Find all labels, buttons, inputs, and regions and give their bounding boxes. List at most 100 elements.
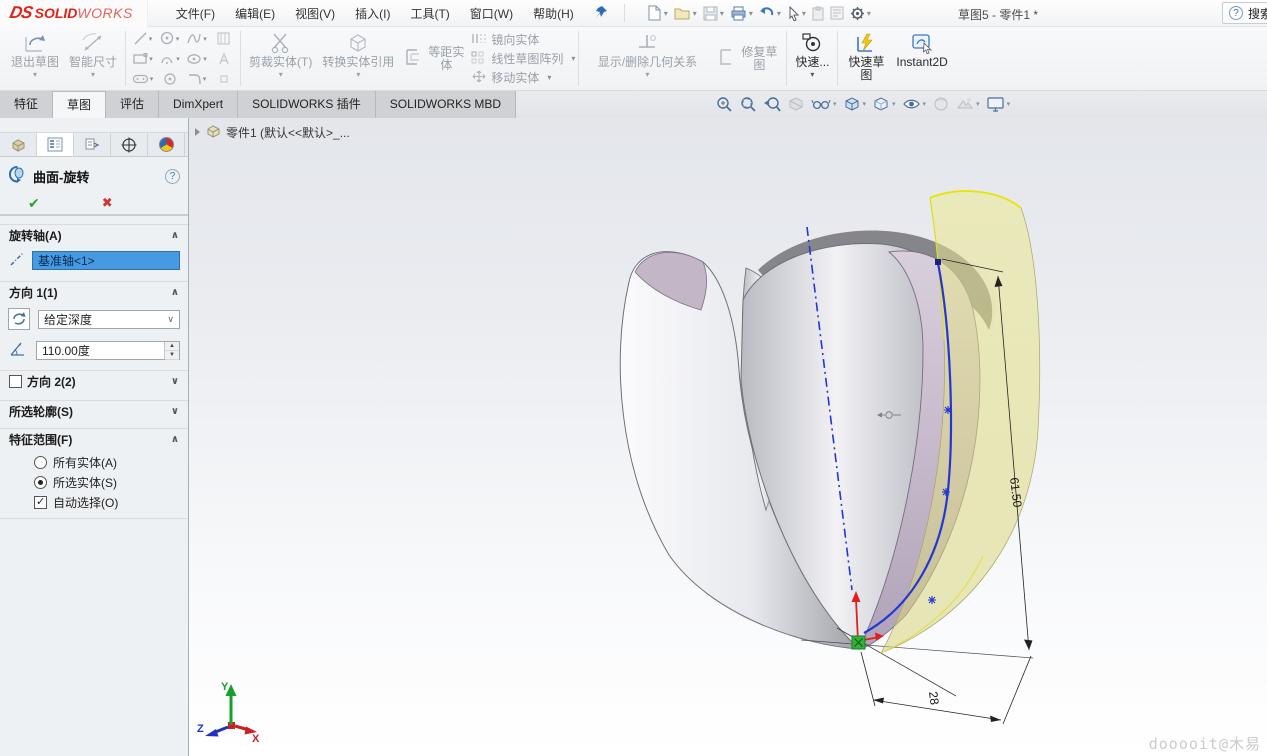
radio-unchecked[interactable]	[34, 456, 47, 469]
collapse-chevron-icon[interactable]: ∧	[171, 434, 179, 445]
rapid-sketch-label: 快速草 图	[846, 56, 886, 82]
print-icon[interactable]: ▾	[728, 4, 755, 23]
tab-solidworks-mbd[interactable]: SOLIDWORKS MBD	[376, 91, 516, 118]
zoom-area-icon[interactable]	[736, 94, 760, 114]
tab-features[interactable]: 特征	[0, 91, 53, 118]
displaymanager-tab[interactable]	[148, 133, 185, 156]
apply-scene-icon: ▾	[953, 94, 983, 114]
search-box[interactable]: ? 搜索	[1222, 2, 1267, 24]
direction1-section[interactable]: 方向 1(1) ∧	[0, 281, 188, 303]
featuremanager-tab[interactable]	[0, 133, 37, 156]
tab-evaluate[interactable]: 评估	[106, 91, 159, 118]
convert-entities-button[interactable]: 转换实体引用 ▾	[317, 27, 399, 90]
graphics-viewport[interactable]: 零件1 (默认<<默认>_...	[189, 118, 1267, 756]
expand-chevron-icon[interactable]: ∨	[171, 406, 179, 417]
repair-sketch-button[interactable]: 修复草 图	[712, 46, 783, 72]
checkbox-checked[interactable]	[34, 496, 47, 509]
configurationmanager-tab[interactable]	[74, 133, 111, 156]
chevron-down-icon: ∨	[167, 314, 174, 325]
all-bodies-option[interactable]: 所有实体(A)	[34, 452, 117, 472]
expand-chevron-icon[interactable]: ∨	[171, 376, 179, 387]
tab-dimxpert[interactable]: DimXpert	[159, 91, 238, 118]
plane-tool-icon[interactable]	[210, 69, 237, 89]
direction2-section[interactable]: 方向 2(2) ∨	[0, 370, 188, 392]
open-icon[interactable]: ▾	[672, 4, 699, 23]
end-condition-dropdown[interactable]: 给定深度 ∨	[38, 310, 180, 329]
line-tool-icon[interactable]: ▾	[129, 29, 156, 49]
view-settings-icon[interactable]: ▾	[983, 94, 1014, 114]
spinner-buttons[interactable]: ▲▼	[164, 342, 179, 359]
menu-insert[interactable]: 插入(I)	[345, 1, 400, 26]
quick-snaps-button[interactable]: 快速... ▾	[790, 27, 834, 90]
rapid-sketch-button[interactable]: 快速草 图	[841, 27, 891, 90]
spline-tool-icon[interactable]: ▾	[183, 29, 210, 49]
linear-pattern-label: 线性草图阵列	[491, 50, 563, 67]
model-3d-tulip-surface[interactable]: 61.50 28	[189, 118, 1267, 756]
direction2-checkbox[interactable]	[9, 375, 22, 388]
hide-show-items-icon[interactable]: ▾	[899, 94, 930, 114]
arc-tool-icon[interactable]: ▾	[156, 49, 183, 69]
exit-sketch-button[interactable]: 退出草图 ▾	[6, 27, 64, 90]
slot-tool-icon[interactable]: ▾	[129, 69, 156, 89]
menu-tools[interactable]: 工具(T)	[400, 1, 459, 26]
auto-select-option[interactable]: 自动选择(O)	[34, 492, 118, 512]
tab-solidworks-addins[interactable]: SOLIDWORKS 插件	[238, 91, 376, 118]
cancel-button[interactable]: ✖	[102, 195, 113, 211]
menu-file[interactable]: 文件(F)	[166, 1, 225, 26]
angle-input[interactable]: 110.00度 ▲▼	[36, 341, 180, 360]
menu-window[interactable]: 窗口(W)	[460, 1, 523, 26]
undo-icon[interactable]: ▾	[757, 4, 783, 23]
radio-checked[interactable]	[34, 476, 47, 489]
dimxpertmanager-tab[interactable]	[111, 133, 148, 156]
logo-solid: SOLID	[35, 5, 78, 21]
ellipse-tool-icon[interactable]: ▾	[183, 49, 210, 69]
edit-appearance-icon	[929, 94, 953, 114]
direction2-label: 方向 2(2)	[27, 373, 76, 390]
ok-button[interactable]: ✔	[28, 195, 40, 212]
axis-of-revolution-section[interactable]: 旋转轴(A) ∧	[0, 224, 188, 246]
view-orientation-icon[interactable]: ▾	[840, 94, 870, 114]
instant2d-button[interactable]: Instant2D	[891, 27, 952, 90]
tab-sketch[interactable]: 草图	[53, 91, 106, 118]
rectangle-tool-icon[interactable]: ▾	[129, 49, 156, 69]
zoom-fit-icon[interactable]	[712, 94, 736, 114]
mirror-entities-button[interactable]: 镜向实体	[470, 30, 575, 49]
menu-edit[interactable]: 编辑(E)	[225, 1, 285, 26]
spline-endpoint-handle[interactable]	[935, 259, 941, 265]
selected-bodies-option[interactable]: 所选实体(S)	[34, 472, 117, 492]
fillet-tool-icon[interactable]: ▾	[183, 69, 210, 89]
new-document-icon[interactable]: ▾	[645, 3, 670, 23]
move-entities-button[interactable]: 移动实体 ▾	[470, 68, 575, 87]
pm-help-icon[interactable]: ?	[165, 169, 180, 184]
text-tool-icon[interactable]	[210, 49, 237, 69]
dynamic-annotation-icon[interactable]: ▾	[808, 94, 840, 114]
propertymanager-tab[interactable]	[37, 133, 74, 156]
save-icon[interactable]: ▾	[701, 4, 726, 23]
menu-view[interactable]: 视图(V)	[285, 1, 345, 26]
options-gear-icon[interactable]: ▾	[848, 4, 873, 23]
linear-pattern-button[interactable]: 线性草图阵列 ▾	[470, 49, 575, 68]
select-cursor-icon[interactable]: ▾	[785, 4, 808, 23]
endpoint-coincident-marker[interactable]	[852, 636, 865, 649]
reverse-direction-button[interactable]	[8, 308, 30, 330]
dimension-28[interactable]: 28	[861, 652, 1031, 724]
collapse-chevron-icon[interactable]: ∧	[171, 230, 179, 241]
feature-scope-section[interactable]: 特征范围(F) ∧	[0, 428, 188, 450]
smart-dimension-button[interactable]: 智能尺寸 ▾	[64, 27, 122, 90]
clipboard-icon	[810, 4, 826, 23]
collapse-chevron-icon[interactable]: ∧	[171, 287, 179, 298]
trim-entities-button[interactable]: 剪裁实体(T) ▾	[244, 27, 317, 90]
divider	[240, 31, 241, 86]
selected-contours-section[interactable]: 所选轮廓(S) ∨	[0, 400, 188, 422]
display-style-icon[interactable]: ▾	[869, 94, 899, 114]
point-tool-icon[interactable]	[156, 69, 183, 89]
display-delete-relations-button[interactable]: 显示/删除几何关系 ▾	[582, 27, 712, 90]
previous-view-icon[interactable]	[760, 94, 784, 114]
circle-tool-icon[interactable]: ▾	[156, 29, 183, 49]
offset-entities-button[interactable]: 等距实 体	[399, 46, 470, 72]
menu-help[interactable]: 帮助(H)	[523, 1, 584, 26]
sketch-picture-icon[interactable]	[210, 29, 237, 49]
axis-selection-field[interactable]: 基准轴<1>	[32, 251, 180, 270]
offset-entities-label: 等距实 体	[426, 46, 466, 72]
pin-menu-icon[interactable]	[592, 5, 610, 22]
